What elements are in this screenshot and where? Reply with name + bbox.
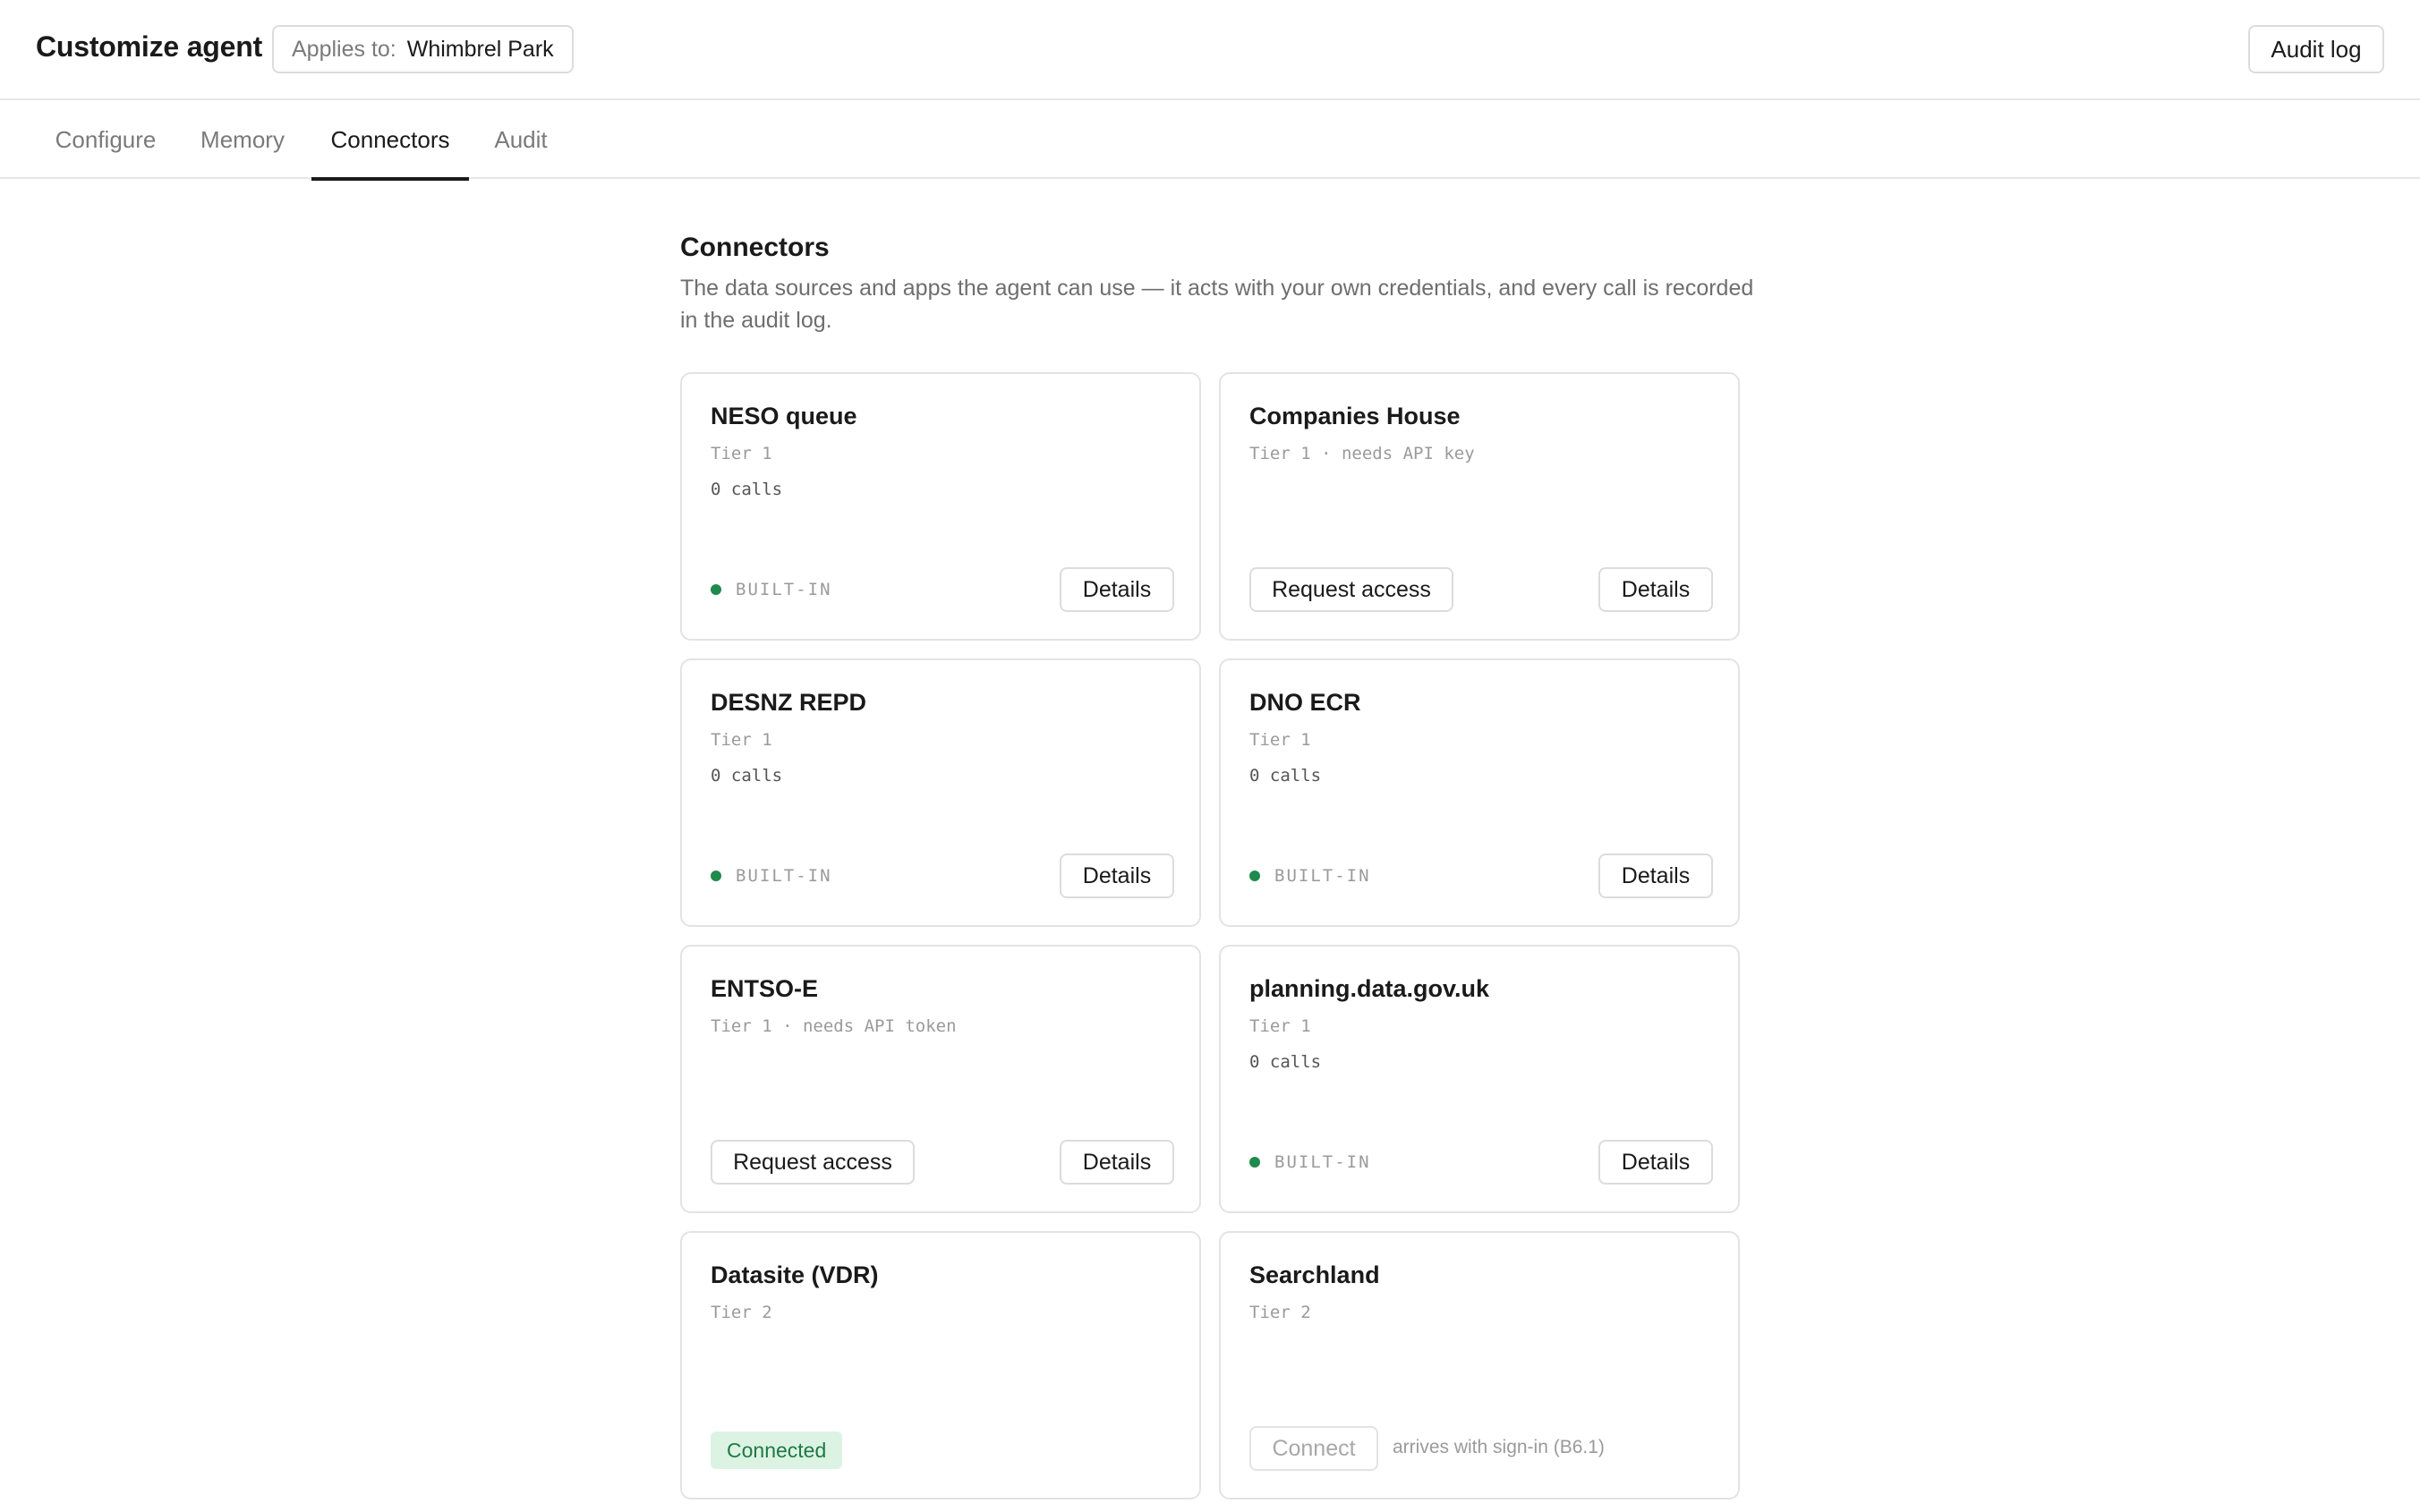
connector-tier: Tier 1	[1249, 730, 1311, 750]
connector-name: Searchland	[1249, 1261, 1380, 1288]
built-in-status: BUILT-IN	[1249, 866, 1371, 886]
status-dot-icon	[1249, 871, 1260, 881]
connector-calls: 0 calls	[1249, 766, 1322, 786]
connector-tier: Tier 1	[711, 444, 772, 463]
connector-tier: Tier 2	[1249, 1303, 1311, 1322]
built-in-status: BUILT-IN	[1249, 1152, 1371, 1172]
tab-connectors[interactable]: Connectors	[311, 100, 469, 181]
section-title: Connectors	[680, 233, 830, 262]
status-dot-icon	[711, 871, 721, 881]
built-in-label: BUILT-IN	[736, 866, 832, 886]
connector-card-searchland: Searchland Tier 2 Connect arrives with s…	[1219, 1231, 1740, 1499]
request-access-button[interactable]: Request access	[1249, 567, 1453, 612]
connector-name: ENTSO-E	[711, 975, 819, 1002]
details-button[interactable]: Details	[1060, 567, 1174, 612]
built-in-label: BUILT-IN	[1274, 1152, 1371, 1172]
connector-tier: Tier 1 · needs API key	[1249, 444, 1475, 463]
built-in-status: BUILT-IN	[711, 580, 832, 599]
connector-calls: 0 calls	[711, 766, 783, 786]
details-button[interactable]: Details	[1060, 854, 1174, 898]
tab-audit[interactable]: Audit	[483, 100, 558, 179]
status-dot-icon	[711, 584, 721, 595]
connector-calls: 0 calls	[1249, 1052, 1322, 1072]
details-button[interactable]: Details	[1060, 1140, 1174, 1185]
connector-name: planning.data.gov.uk	[1249, 975, 1490, 1002]
tab-bar: Configure Memory Connectors Audit	[0, 100, 2420, 181]
connector-card-desnz-repd: DESNZ REPD Tier 1 0 calls BUILT-IN Detai…	[680, 658, 1201, 927]
built-in-status: BUILT-IN	[711, 866, 832, 886]
connector-tier: Tier 1	[1249, 1016, 1311, 1036]
connector-card-planning-data: planning.data.gov.uk Tier 1 0 calls BUIL…	[1219, 945, 1740, 1213]
request-access-button[interactable]: Request access	[711, 1140, 915, 1185]
connector-card-companies-house: Companies House Tier 1 · needs API key R…	[1219, 372, 1740, 641]
status-dot-icon	[1249, 1157, 1260, 1168]
connector-card-neso-queue: NESO queue Tier 1 0 calls BUILT-IN Detai…	[680, 372, 1201, 641]
connector-tier: Tier 1	[711, 730, 772, 750]
section-description: The data sources and apps the agent can …	[680, 276, 1754, 333]
details-button[interactable]: Details	[1598, 854, 1713, 898]
applies-to-value: Whimbrel Park	[406, 36, 554, 62]
connector-name: DESNZ REPD	[711, 689, 867, 716]
connect-note: arrives with sign-in (B6.1)	[1393, 1437, 1605, 1457]
applies-to-label: Applies to:	[292, 36, 396, 62]
connected-badge: Connected	[711, 1431, 843, 1469]
top-bar: Customize agent Applies to: Whimbrel Par…	[0, 0, 2420, 100]
connector-card-entso-e: ENTSO-E Tier 1 · needs API token Request…	[680, 945, 1201, 1213]
tab-memory[interactable]: Memory	[190, 100, 295, 179]
applies-to-selector[interactable]: Applies to: Whimbrel Park	[272, 25, 574, 73]
connect-button[interactable]: Connect	[1249, 1426, 1378, 1471]
connector-card-datasite: Datasite (VDR) Tier 2 Connected	[680, 1231, 1201, 1499]
audit-log-button[interactable]: Audit log	[2248, 25, 2384, 73]
connector-name: Datasite (VDR)	[711, 1261, 879, 1288]
connector-name: NESO queue	[711, 403, 857, 429]
connector-tier: Tier 2	[711, 1303, 772, 1322]
tab-configure[interactable]: Configure	[36, 100, 175, 179]
connector-calls: 0 calls	[711, 480, 783, 499]
built-in-label: BUILT-IN	[1274, 866, 1371, 886]
connector-card-dno-ecr: DNO ECR Tier 1 0 calls BUILT-IN Details	[1219, 658, 1740, 927]
connector-tier: Tier 1 · needs API token	[711, 1016, 957, 1036]
built-in-label: BUILT-IN	[736, 580, 832, 599]
details-button[interactable]: Details	[1598, 1140, 1713, 1185]
connector-name: Companies House	[1249, 403, 1461, 429]
details-button[interactable]: Details	[1598, 567, 1713, 612]
connector-name: DNO ECR	[1249, 689, 1361, 716]
page-title: Customize agent	[36, 30, 263, 63]
